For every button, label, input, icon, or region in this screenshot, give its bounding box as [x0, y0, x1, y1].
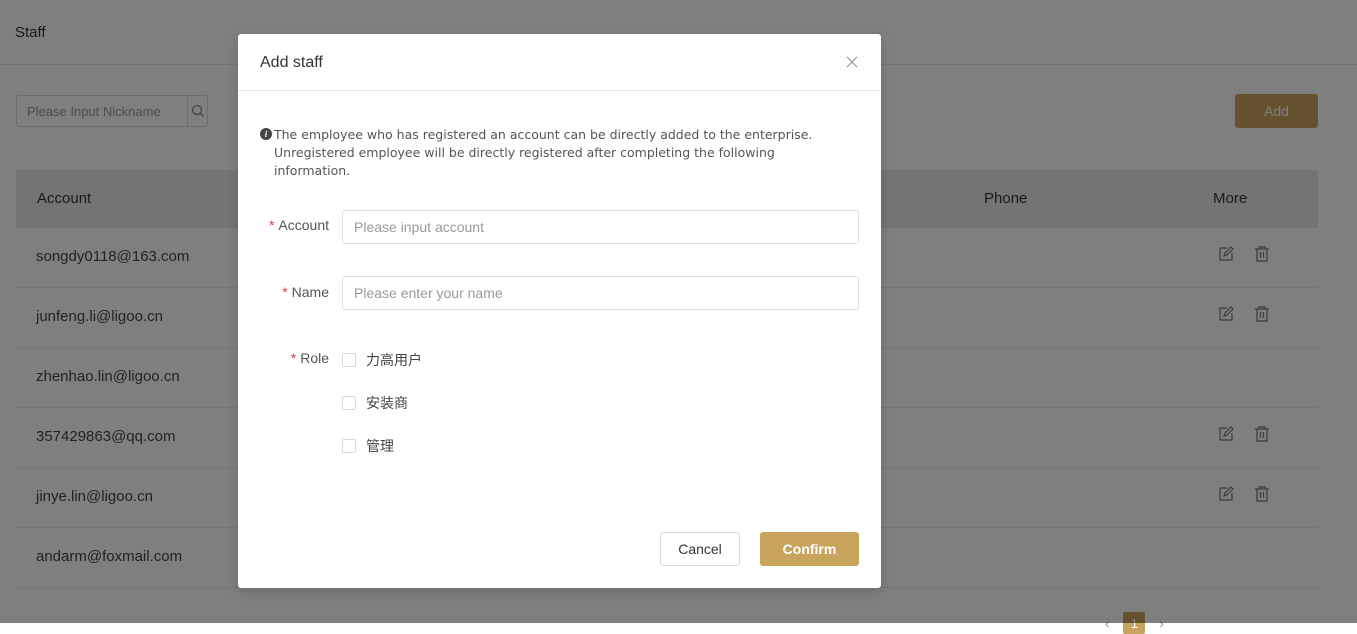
confirm-button[interactable]: Confirm — [760, 532, 859, 566]
name-label: * Name — [282, 284, 329, 300]
account-input[interactable] — [342, 210, 859, 244]
info-notice: i The employee who has registered an acc… — [260, 126, 850, 180]
required-mark: * — [268, 217, 275, 233]
role-checkbox[interactable] — [342, 439, 356, 453]
cancel-button[interactable]: Cancel — [660, 532, 740, 566]
role-checkbox[interactable] — [342, 396, 356, 410]
role-option-ligao-user[interactable]: 力高用户 — [342, 350, 422, 370]
add-staff-dialog: Add staff i The employee who has registe… — [238, 34, 881, 588]
close-icon[interactable] — [845, 55, 859, 69]
role-option-label: 力高用户 — [366, 352, 422, 368]
required-mark: * — [290, 350, 297, 366]
role-checkbox[interactable] — [342, 353, 356, 367]
role-option-installer[interactable]: 安装商 — [342, 393, 408, 413]
required-mark: * — [282, 284, 288, 300]
dialog-title: Add staff — [260, 54, 323, 71]
name-input[interactable] — [342, 276, 859, 310]
role-option-label: 管理 — [366, 438, 394, 454]
dialog-header: Add staff — [238, 34, 881, 91]
account-label: * Account — [268, 217, 329, 233]
role-option-admin[interactable]: 管理 — [342, 436, 394, 456]
notice-text: The employee who has registered an accou… — [274, 127, 813, 178]
role-label: * Role — [290, 350, 329, 366]
info-icon: i — [260, 128, 272, 140]
role-option-label: 安装商 — [366, 395, 408, 411]
